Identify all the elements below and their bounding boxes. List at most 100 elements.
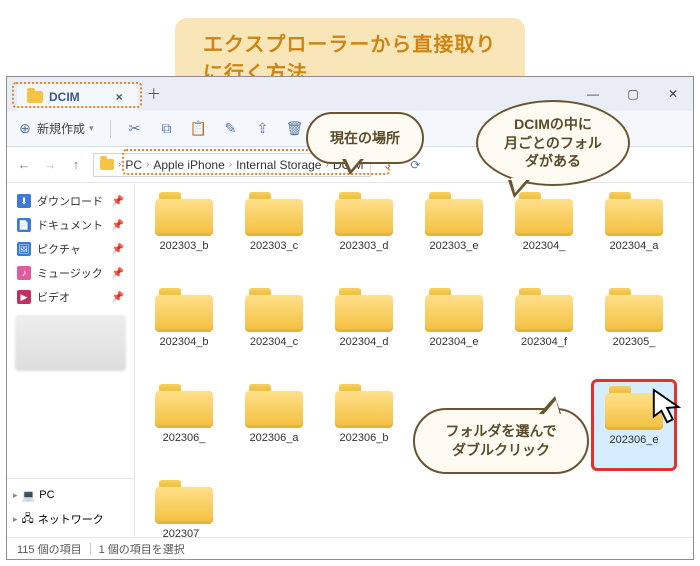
music-icon: ♪	[17, 266, 31, 280]
folder-item[interactable]: 202306_	[141, 379, 227, 471]
breadcrumb-seg: Apple iPhone›	[153, 158, 232, 172]
callout-text: DCIMの中に 月ごとのフォル ダがある	[504, 115, 602, 172]
breadcrumb-seg: Internal Storage›	[236, 158, 329, 172]
copy-icon[interactable]: ⧉	[159, 121, 175, 137]
folder-icon	[335, 384, 393, 428]
file-pane[interactable]: 202303_b 202303_c 202303_d 202303_e202304_ 2…	[135, 183, 693, 537]
sidebar-item-label: ビデオ	[37, 289, 70, 305]
folder-item[interactable]: 202304_f	[501, 283, 587, 375]
folder-item[interactable]: 202303_e	[411, 187, 497, 279]
sidebar-item-label: ミュージック	[37, 265, 103, 281]
new-tab-button[interactable]: ＋	[147, 84, 161, 104]
sidebar-item-label: ピクチャ	[37, 241, 81, 257]
maximize-button[interactable]: ▢	[613, 77, 653, 111]
folder-grid: 202303_b 202303_c 202303_d 202303_e202304_ 2…	[135, 183, 693, 537]
folder-icon	[335, 288, 393, 332]
sidebar-tree-pc[interactable]: ▸ 💻 PC	[7, 483, 134, 507]
folder-label: 202304_a	[610, 240, 659, 252]
folder-icon	[515, 192, 573, 236]
folder-item[interactable]: 202305_	[591, 283, 677, 375]
folder-label: 202303_b	[160, 240, 209, 252]
new-button-label: 新規作成	[37, 120, 85, 137]
callout-double-click: フォルダを選んで ダブルクリック	[413, 408, 589, 474]
chevron-down-icon: ▾	[89, 123, 94, 134]
folder-item[interactable]: 202303_b	[141, 187, 227, 279]
folder-item[interactable]: 202306_a	[231, 379, 317, 471]
pin-icon: 📌	[112, 292, 124, 303]
plus-circle-icon: ⊕	[17, 121, 33, 137]
status-separator	[90, 543, 91, 555]
tree-expand-icon[interactable]: ▸	[13, 514, 18, 525]
folder-icon	[27, 91, 43, 103]
folder-icon	[100, 159, 114, 170]
forward-button[interactable]: →	[41, 157, 59, 172]
status-count: 115 個の項目	[17, 541, 82, 557]
sidebar-blurred-area	[15, 315, 126, 371]
folder-item[interactable]: 202304_e	[411, 283, 497, 375]
folder-label: 202303_c	[250, 240, 298, 252]
folder-item[interactable]: 202306_e	[591, 379, 677, 471]
callout-text: フォルダを選んで ダブルクリック	[445, 422, 556, 460]
sidebar-item-pictures[interactable]: 🖼 ピクチャ 📌	[7, 237, 134, 261]
tab-dcim[interactable]: DCIM ×	[17, 83, 137, 111]
sidebar-item-documents[interactable]: 📄 ドキュメント 📌	[7, 213, 134, 237]
folder-label: 202306_e	[610, 434, 659, 446]
share-icon[interactable]: ⇪	[255, 121, 271, 137]
breadcrumb-label[interactable]: Apple iPhone	[153, 158, 224, 172]
breadcrumb-label[interactable]: PC	[125, 158, 142, 172]
folder-item[interactable]: 202306_b	[321, 379, 407, 471]
folder-icon	[155, 288, 213, 332]
sidebar-item-label: PC	[39, 489, 54, 501]
folder-icon	[245, 288, 303, 332]
breadcrumb-seg: PC›	[125, 158, 149, 172]
close-button[interactable]: ✕	[653, 77, 693, 111]
callout-tail	[539, 396, 561, 414]
folder-item[interactable]: 202307_	[141, 475, 227, 537]
folder-label: 202305_	[613, 336, 656, 348]
sidebar-item-label: ダウンロード	[37, 193, 103, 209]
picture-icon: 🖼	[17, 242, 31, 256]
sidebar-item-downloads[interactable]: ⬇ ダウンロード 📌	[7, 189, 134, 213]
tab-close-icon[interactable]: ×	[116, 90, 123, 104]
callout-current-location: 現在の場所	[306, 112, 424, 164]
chevron-right-icon: ›	[118, 159, 121, 170]
status-bar: 115 個の項目 1 個の項目を選択	[7, 537, 693, 559]
cut-icon[interactable]: ✂	[127, 121, 143, 137]
folder-icon	[515, 288, 573, 332]
tree-expand-icon[interactable]: ▸	[13, 490, 18, 501]
breadcrumb-label[interactable]: Internal Storage	[236, 158, 321, 172]
sidebar-tree-network[interactable]: ▸ 🖧 ネットワーク	[7, 507, 134, 531]
folder-label: 202304_b	[160, 336, 209, 348]
back-button[interactable]: ←	[15, 157, 33, 172]
paste-icon[interactable]: 📋	[191, 121, 207, 137]
folder-icon	[605, 386, 663, 430]
folder-item[interactable]: 202304_	[501, 187, 587, 279]
toolbar-separator	[110, 120, 111, 138]
up-button[interactable]: ↑	[67, 157, 85, 172]
new-button[interactable]: ⊕ 新規作成 ▾	[17, 120, 94, 137]
status-selection: 1 個の項目を選択	[99, 541, 185, 557]
folder-icon	[425, 192, 483, 236]
folder-label: 202304_e	[430, 336, 479, 348]
sidebar-item-videos[interactable]: ▶ ビデオ 📌	[7, 285, 134, 309]
folder-item[interactable]: 202303_d	[321, 187, 407, 279]
folder-item[interactable]: 202304_c	[231, 283, 317, 375]
folder-icon	[155, 192, 213, 236]
rename-icon[interactable]: ✎	[223, 121, 239, 137]
folder-label: 202304_d	[340, 336, 389, 348]
sidebar-item-label: ドキュメント	[37, 217, 103, 233]
folder-item[interactable]: 202304_d	[321, 283, 407, 375]
callout-tail	[508, 180, 530, 198]
folder-label: 202303_d	[340, 240, 389, 252]
folder-item[interactable]: 202304_b	[141, 283, 227, 375]
callout-monthly-folders: DCIMの中に 月ごとのフォル ダがある	[476, 100, 630, 186]
pc-icon: 💻	[22, 489, 36, 502]
folder-item[interactable]: 202303_c	[231, 187, 317, 279]
delete-icon[interactable]: 🗑	[287, 121, 303, 137]
sidebar-item-music[interactable]: ♪ ミュージック 📌	[7, 261, 134, 285]
folder-icon	[245, 384, 303, 428]
tab-label: DCIM	[49, 90, 80, 104]
folder-item[interactable]: 202304_a	[591, 187, 677, 279]
folder-label: 202304_f	[521, 336, 567, 348]
folder-icon	[155, 480, 213, 524]
